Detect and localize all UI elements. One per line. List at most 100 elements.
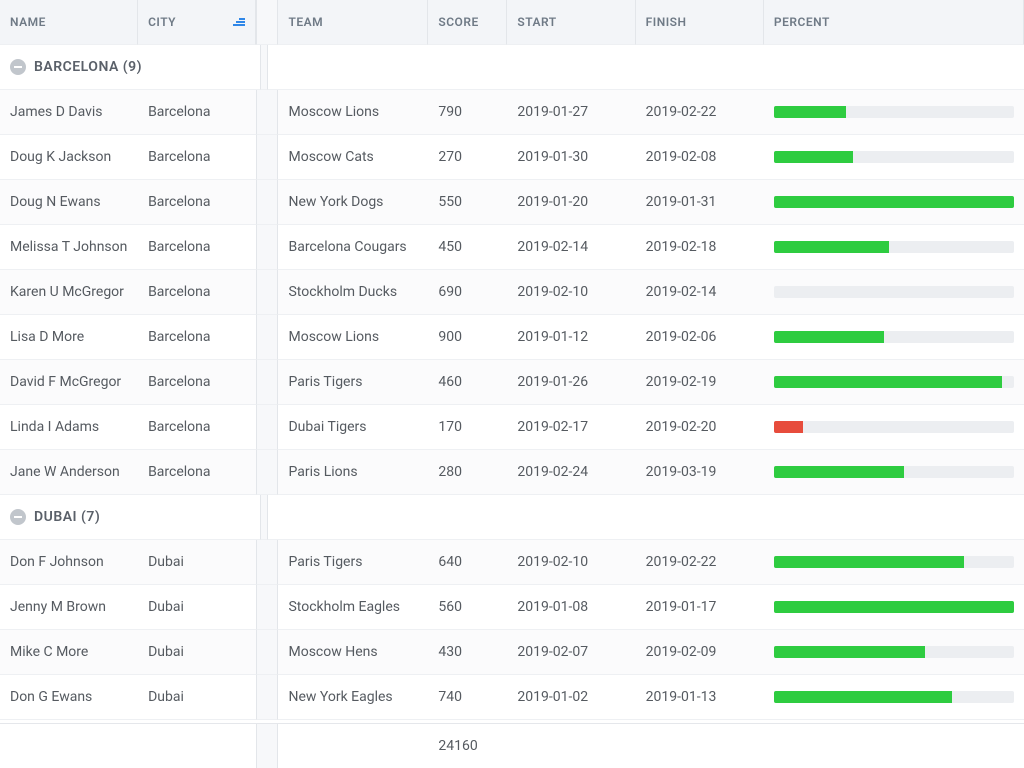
- table-row[interactable]: Melissa T JohnsonBarcelonaBarcelona Coug…: [0, 225, 1024, 270]
- cell-start: 2019-01-26: [507, 360, 635, 405]
- cell-percent: [764, 630, 1024, 675]
- grid-body[interactable]: BARCELONA (9) James D DavisBarcelonaMosco…: [0, 45, 1024, 723]
- cell-team: Moscow Hens: [278, 630, 428, 675]
- header-city[interactable]: City: [138, 0, 256, 45]
- percent-fill: [774, 646, 925, 658]
- cell-city: Dubai: [138, 585, 256, 630]
- cell-city: Dubai: [138, 675, 256, 720]
- table-row[interactable]: Don F JohnsonDubaiParis Tigers6402019-02…: [0, 540, 1024, 585]
- cell-team: Stockholm Ducks: [278, 270, 428, 315]
- table-row[interactable]: Linda I AdamsBarcelonaDubai Tigers170201…: [0, 405, 1024, 450]
- table-row[interactable]: Jenny M BrownDubaiStockholm Eagles560201…: [0, 585, 1024, 630]
- header-start[interactable]: Start: [507, 0, 635, 45]
- percent-fill: [774, 601, 1014, 613]
- frozen-separator: [256, 630, 278, 675]
- cell-score: 270: [428, 135, 507, 180]
- cell-finish: 2019-02-14: [636, 270, 764, 315]
- group-spacer: [268, 45, 1024, 90]
- header-percent[interactable]: Percent: [764, 0, 1024, 45]
- cell-team: New York Dogs: [278, 180, 428, 225]
- cell-score: 460: [428, 360, 507, 405]
- cell-name: Don G Ewans: [0, 675, 138, 720]
- percent-track: [774, 646, 1014, 658]
- percent-track: [774, 556, 1014, 568]
- footer-start: [507, 724, 635, 768]
- percent-fill: [774, 556, 964, 568]
- table-row[interactable]: Doug K JacksonBarcelonaMoscow Cats270201…: [0, 135, 1024, 180]
- cell-finish: 2019-02-18: [636, 225, 764, 270]
- group-label: BARCELONA (9): [34, 59, 142, 75]
- cell-start: 2019-01-12: [507, 315, 635, 360]
- percent-fill: [774, 106, 846, 118]
- footer-name: [0, 724, 138, 768]
- cell-score: 640: [428, 540, 507, 585]
- percent-track: [774, 106, 1014, 118]
- cell-name: Jane W Anderson: [0, 450, 138, 495]
- collapse-icon[interactable]: [10, 59, 26, 75]
- frozen-separator: [256, 270, 278, 315]
- cell-percent: [764, 135, 1024, 180]
- cell-percent: [764, 315, 1024, 360]
- footer-team: [278, 724, 428, 768]
- collapse-icon[interactable]: [10, 509, 26, 525]
- footer-percent: [764, 724, 1024, 768]
- cell-percent: [764, 270, 1024, 315]
- frozen-separator: [256, 0, 278, 45]
- group-row[interactable]: BARCELONA (9): [0, 45, 1024, 90]
- cell-score: 900: [428, 315, 507, 360]
- cell-city: Barcelona: [138, 405, 256, 450]
- percent-track: [774, 241, 1014, 253]
- group-row[interactable]: DUBAI (7): [0, 495, 1024, 540]
- percent-track: [774, 466, 1014, 478]
- table-row[interactable]: Karen U McGregorBarcelonaStockholm Ducks…: [0, 270, 1024, 315]
- frozen-separator: [260, 495, 268, 540]
- table-row[interactable]: James D DavisBarcelonaMoscow Lions790201…: [0, 90, 1024, 135]
- cell-team: Moscow Lions: [278, 315, 428, 360]
- cell-score: 450: [428, 225, 507, 270]
- cell-start: 2019-02-24: [507, 450, 635, 495]
- header-finish[interactable]: Finish: [636, 0, 764, 45]
- table-row[interactable]: David F McGregorBarcelonaParis Tigers460…: [0, 360, 1024, 405]
- cell-team: Paris Lions: [278, 450, 428, 495]
- percent-fill: [774, 241, 889, 253]
- cell-city: Barcelona: [138, 135, 256, 180]
- frozen-separator: [260, 45, 268, 90]
- percent-track: [774, 691, 1014, 703]
- percent-track: [774, 376, 1014, 388]
- table-row[interactable]: Lisa D MoreBarcelonaMoscow Lions9002019-…: [0, 315, 1024, 360]
- cell-name: Mike C More: [0, 630, 138, 675]
- cell-start: 2019-01-08: [507, 585, 635, 630]
- percent-fill: [774, 691, 952, 703]
- percent-track: [774, 196, 1014, 208]
- cell-finish: 2019-02-08: [636, 135, 764, 180]
- cell-team: New York Eagles: [278, 675, 428, 720]
- table-row[interactable]: Doug N EwansBarcelonaNew York Dogs550201…: [0, 180, 1024, 225]
- cell-percent: [764, 405, 1024, 450]
- footer-gap: [256, 724, 278, 768]
- cell-team: Dubai Tigers: [278, 405, 428, 450]
- table-row[interactable]: Don G EwansDubaiNew York Eagles7402019-0…: [0, 675, 1024, 720]
- cell-team: Stockholm Eagles: [278, 585, 428, 630]
- frozen-separator: [256, 585, 278, 630]
- table-row[interactable]: Mike C MoreDubaiMoscow Hens4302019-02-07…: [0, 630, 1024, 675]
- cell-score: 280: [428, 450, 507, 495]
- cell-city: Barcelona: [138, 225, 256, 270]
- header-name[interactable]: Name: [0, 0, 138, 45]
- group-label: DUBAI (7): [34, 509, 100, 525]
- cell-name: Jenny M Brown: [0, 585, 138, 630]
- footer-finish: [636, 724, 764, 768]
- cell-city: Dubai: [138, 630, 256, 675]
- cell-score: 430: [428, 630, 507, 675]
- table-row[interactable]: Jane W AndersonBarcelonaParis Lions28020…: [0, 450, 1024, 495]
- cell-name: David F McGregor: [0, 360, 138, 405]
- frozen-separator: [256, 225, 278, 270]
- cell-finish: 2019-01-31: [636, 180, 764, 225]
- header-score[interactable]: Score: [428, 0, 507, 45]
- cell-city: Barcelona: [138, 90, 256, 135]
- header-team[interactable]: Team: [278, 0, 428, 45]
- frozen-separator: [256, 315, 278, 360]
- cell-finish: 2019-02-19: [636, 360, 764, 405]
- cell-start: 2019-02-10: [507, 270, 635, 315]
- sort-asc-icon[interactable]: [229, 14, 245, 30]
- percent-fill: [774, 376, 1002, 388]
